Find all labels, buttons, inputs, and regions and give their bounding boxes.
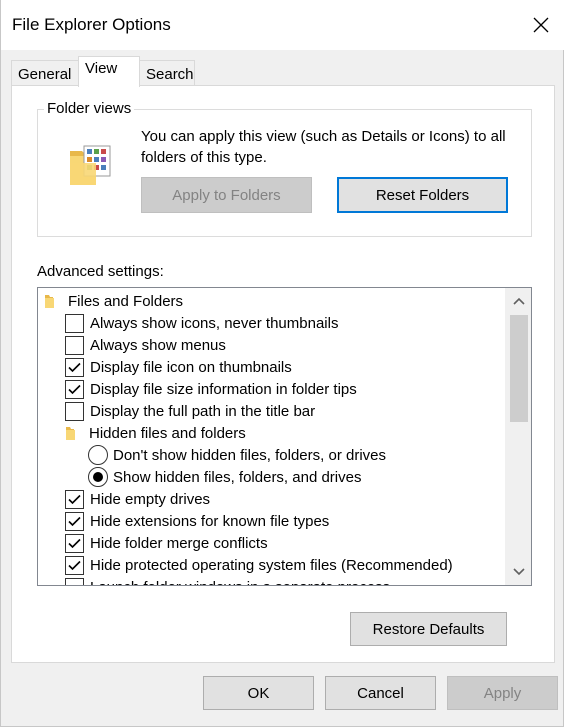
title-bar: File Explorer Options bbox=[1, 0, 564, 50]
tree-item-label: Always show icons, never thumbnails bbox=[90, 314, 339, 332]
advanced-settings-list: Files and Folders Always show icons, neve… bbox=[38, 288, 505, 585]
tree-item-label: Launch folder windows in a separate proc… bbox=[90, 579, 390, 586]
checkbox-checked[interactable] bbox=[65, 379, 84, 399]
checkbox-checked[interactable] bbox=[65, 533, 84, 553]
tree-checkbox-option[interactable]: Hide folder merge conflicts bbox=[65, 532, 268, 554]
tree-item-label: Hide folder merge conflicts bbox=[90, 534, 268, 552]
tree-item-label: Always show menus bbox=[90, 336, 226, 354]
tree-item-label: Hide empty drives bbox=[90, 490, 211, 508]
tab-search[interactable]: Search bbox=[139, 60, 195, 86]
reset-folders-button[interactable]: Reset Folders bbox=[337, 177, 508, 213]
folder-views-label: Folder views bbox=[44, 100, 135, 117]
checkbox-unchecked[interactable] bbox=[65, 313, 84, 333]
cancel-button[interactable]: Cancel bbox=[325, 676, 436, 710]
tree-scrollbar[interactable] bbox=[505, 288, 531, 585]
scroll-down-button[interactable] bbox=[506, 559, 531, 585]
view-tab-panel: Folder views You can apply this view (su… bbox=[11, 85, 555, 663]
tree-checkbox-option[interactable]: Hide protected operating system files (R… bbox=[65, 554, 453, 576]
checkmark-icon bbox=[68, 516, 81, 526]
chevron-up-icon bbox=[513, 297, 525, 305]
ok-button[interactable]: OK bbox=[203, 676, 314, 710]
tree-checkbox-option[interactable]: Hide extensions for known file types bbox=[65, 510, 329, 532]
tree-checkbox-option[interactable]: Display file icon on thumbnails bbox=[65, 356, 292, 378]
tree-item-label: Display file size information in folder … bbox=[90, 380, 357, 398]
tree-folder-node: Files and Folders bbox=[44, 290, 183, 312]
tree-checkbox-option[interactable]: Launch folder windows in a separate proc… bbox=[65, 576, 390, 585]
checkmark-icon bbox=[68, 494, 81, 504]
tab-general[interactable]: General bbox=[11, 60, 79, 86]
tree-item-label: Display the full path in the title bar bbox=[90, 402, 316, 420]
tree-item-label: Display file icon on thumbnails bbox=[90, 358, 292, 376]
tree-radio-option[interactable]: Don't show hidden files, folders, or dri… bbox=[88, 444, 386, 466]
tree-checkbox-option[interactable]: Display the full path in the title bar bbox=[65, 400, 315, 422]
checkmark-icon bbox=[68, 384, 81, 394]
checkbox-unchecked[interactable] bbox=[65, 577, 84, 585]
checkmark-icon bbox=[68, 362, 81, 372]
advanced-settings-label: Advanced settings: bbox=[37, 263, 164, 280]
tree-item-label: Hide protected operating system files (R… bbox=[90, 556, 453, 574]
tree-item-label: Don't show hidden files, folders, or dri… bbox=[113, 446, 386, 464]
checkbox-checked[interactable] bbox=[65, 357, 84, 377]
window-title: File Explorer Options bbox=[12, 15, 171, 34]
restore-defaults-button[interactable]: Restore Defaults bbox=[350, 612, 507, 646]
scrollbar-thumb[interactable] bbox=[510, 315, 528, 422]
folder-icon bbox=[66, 427, 75, 440]
checkbox-unchecked[interactable] bbox=[65, 401, 84, 421]
tree-checkbox-option[interactable]: Display file size information in folder … bbox=[65, 378, 357, 400]
checkmark-icon bbox=[68, 560, 81, 570]
apply-to-folders-button[interactable]: Apply to Folders bbox=[141, 177, 312, 213]
checkbox-checked[interactable] bbox=[65, 511, 84, 531]
tree-folder-node: Hidden files and folders bbox=[65, 422, 246, 444]
folder-views-icon bbox=[70, 145, 111, 185]
folder-icon bbox=[45, 295, 54, 308]
advanced-settings-tree[interactable]: Files and Folders Always show icons, neve… bbox=[37, 287, 532, 586]
tree-checkbox-option[interactable]: Always show menus bbox=[65, 334, 226, 356]
tree-item-label: Hide extensions for known file types bbox=[90, 512, 330, 530]
radio-dot bbox=[93, 472, 103, 482]
tree-item-label: Files and Folders bbox=[68, 292, 184, 310]
checkbox-checked[interactable] bbox=[65, 489, 84, 509]
tree-checkbox-option[interactable]: Always show icons, never thumbnails bbox=[65, 312, 338, 334]
tree-item-label: Show hidden files, folders, and drives bbox=[113, 468, 362, 486]
checkbox-unchecked[interactable] bbox=[65, 335, 84, 355]
checkbox-checked[interactable] bbox=[65, 555, 84, 575]
scroll-up-button[interactable] bbox=[506, 288, 531, 314]
checkmark-icon bbox=[68, 538, 81, 548]
chevron-down-icon bbox=[513, 568, 525, 576]
folder-views-group: Folder views You can apply this view (su… bbox=[37, 100, 532, 237]
radio-selected[interactable] bbox=[88, 467, 108, 487]
tree-item-label: Hidden files and folders bbox=[89, 424, 246, 442]
tree-checkbox-option[interactable]: Hide empty drives bbox=[65, 488, 210, 510]
close-button[interactable] bbox=[518, 0, 564, 50]
close-icon bbox=[533, 17, 549, 33]
folder-views-description: You can apply this view (such as Details… bbox=[141, 128, 506, 166]
tree-radio-option[interactable]: Show hidden files, folders, and drives bbox=[88, 466, 361, 488]
apply-button[interactable]: Apply bbox=[447, 676, 558, 710]
radio-unselected[interactable] bbox=[88, 445, 108, 465]
file-explorer-options-dialog: File Explorer Options General View Searc… bbox=[0, 0, 564, 727]
tab-view[interactable]: View bbox=[78, 56, 140, 87]
